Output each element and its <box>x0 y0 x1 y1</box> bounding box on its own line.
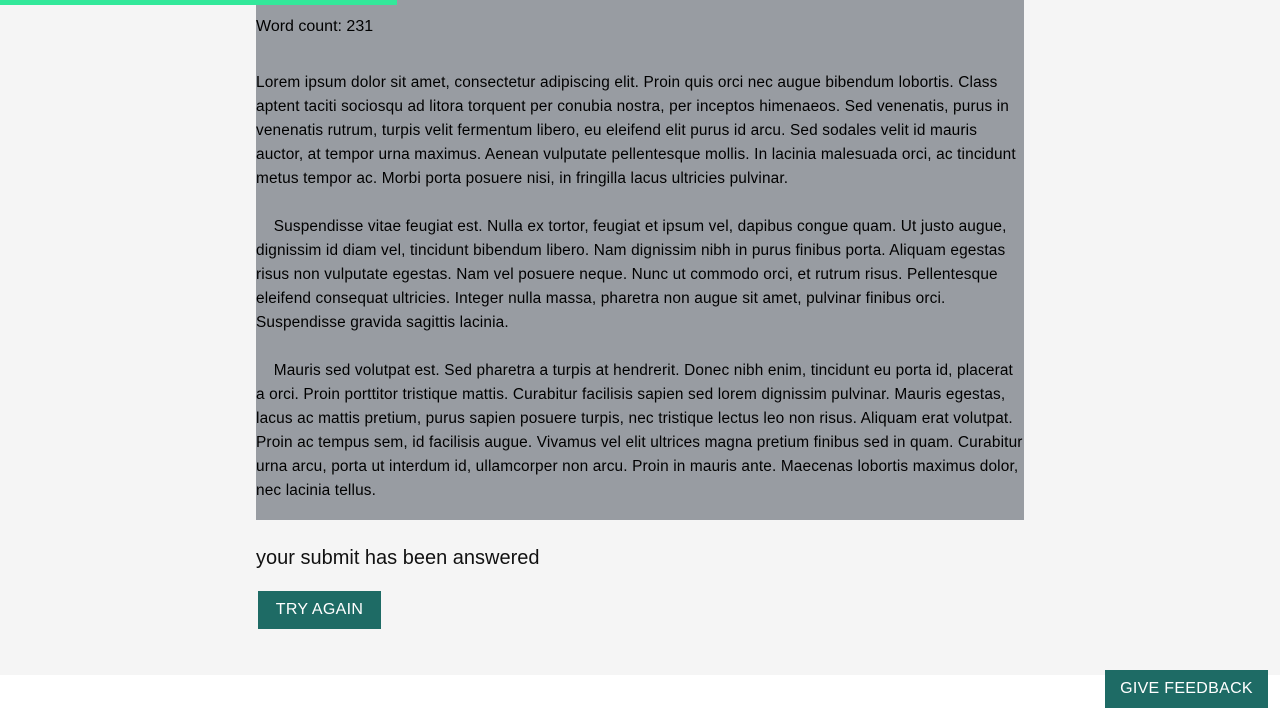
passage-text: Lorem ipsum dolor sit amet, consectetur … <box>256 71 1024 527</box>
give-feedback-button[interactable]: GIVE FEEDBACK <box>1105 670 1268 708</box>
passage-paragraph-1: Lorem ipsum dolor sit amet, consectetur … <box>256 74 1021 187</box>
reading-progress-fill <box>0 0 397 5</box>
reading-passage-panel: Word count: 231 Lorem ipsum dolor sit am… <box>256 0 1024 520</box>
submit-status-message: your submit has been answered <box>256 547 540 569</box>
try-again-button[interactable]: TRY AGAIN <box>258 591 381 629</box>
reading-progress-bar <box>0 0 1280 5</box>
passage-paragraph-3: Mauris sed volutpat est. Sed pharetra a … <box>256 362 1023 499</box>
passage-paragraph-2: Suspendisse vitae feugiat est. Nulla ex … <box>256 218 1012 331</box>
word-count-label: Word count: 231 <box>256 18 374 35</box>
